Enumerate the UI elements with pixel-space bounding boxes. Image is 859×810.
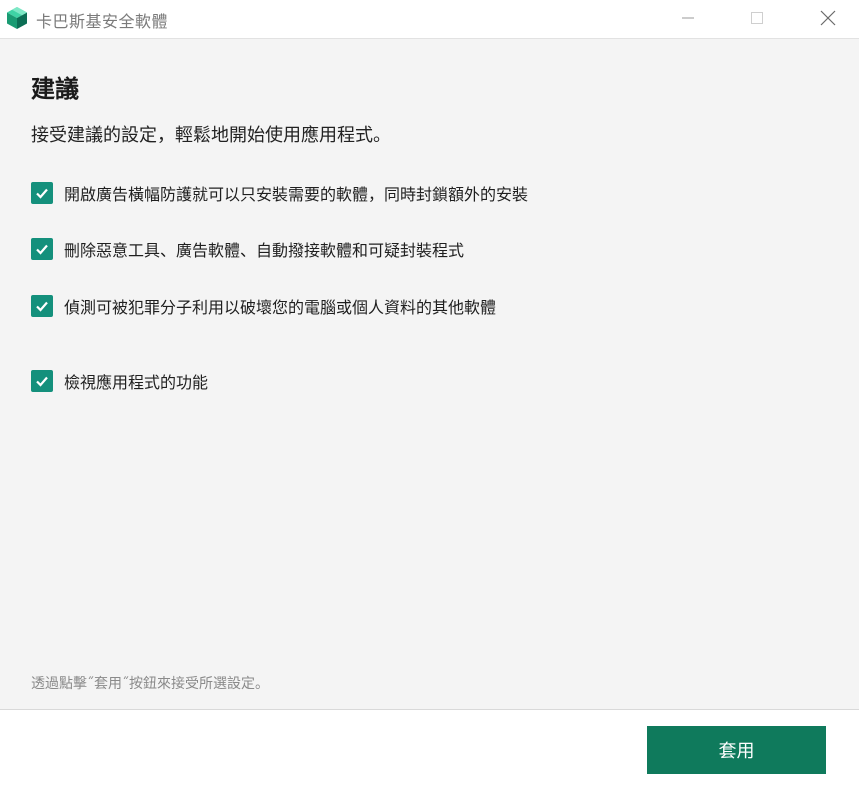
minimize-button[interactable] [665, 0, 711, 36]
footnote-text: 透過點擊˝套用˝按鈕來接受所選設定。 [31, 676, 269, 692]
checkmark-icon [36, 376, 48, 387]
page-subtitle: 接受建議的設定，輕鬆地開始使用應用程式。 [31, 125, 391, 146]
checkbox-checked[interactable] [31, 238, 53, 260]
checkmark-icon [36, 301, 48, 312]
checkmark-icon [36, 244, 48, 255]
option-label: 開啟廣告橫幅防護就可以只安裝需要的軟體，同時封鎖額外的安裝 [64, 185, 529, 204]
option-remove-malicious-tools[interactable]: 刪除惡意工具、廣告軟體、自動撥接軟體和可疑封裝程式 [31, 237, 464, 261]
checkbox-checked[interactable] [31, 370, 53, 392]
option-detect-other-software[interactable]: 偵測可被犯罪分子利用以破壞您的電腦或個人資料的其他軟體 [31, 294, 496, 318]
option-label: 檢視應用程式的功能 [64, 373, 209, 392]
minimize-icon [682, 17, 694, 19]
apply-button[interactable]: 套用 [647, 726, 826, 774]
maximize-button[interactable] [734, 0, 780, 36]
main-content: 建議 接受建議的設定，輕鬆地開始使用應用程式。 開啟廣告橫幅防護就可以只安裝需要… [0, 39, 859, 709]
option-view-app-features[interactable]: 檢視應用程式的功能 [31, 369, 208, 393]
title-bar: 卡巴斯基安全軟體 [0, 0, 859, 39]
close-icon [820, 10, 836, 26]
checkmark-icon [36, 188, 48, 199]
option-ad-banner-protection[interactable]: 開啟廣告橫幅防護就可以只安裝需要的軟體，同時封鎖額外的安裝 [31, 181, 528, 205]
close-button[interactable] [805, 0, 851, 36]
option-label: 刪除惡意工具、廣告軟體、自動撥接軟體和可疑封裝程式 [64, 241, 465, 260]
checkbox-checked[interactable] [31, 182, 53, 204]
maximize-icon [751, 12, 763, 24]
option-label: 偵測可被犯罪分子利用以破壞您的電腦或個人資料的其他軟體 [64, 298, 497, 317]
window-title: 卡巴斯基安全軟體 [36, 12, 169, 31]
footer-bar: 套用 [0, 709, 859, 810]
page-title: 建議 [31, 74, 79, 103]
kaspersky-cube-icon [6, 6, 28, 30]
checkbox-checked[interactable] [31, 295, 53, 317]
